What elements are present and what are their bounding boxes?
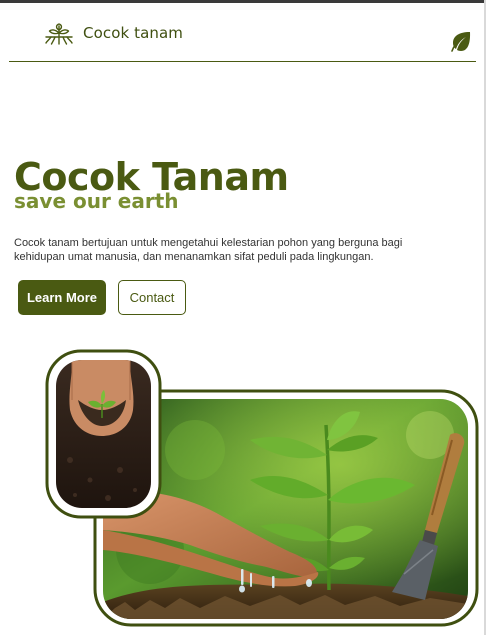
contact-button[interactable]: Contact <box>118 280 186 315</box>
hero-subtitle: save our earth <box>14 189 179 213</box>
seedling-hands-photo <box>56 360 151 508</box>
plant-sprout-icon <box>45 23 73 45</box>
brand-link[interactable]: Cocok tanam <box>43 20 183 46</box>
navbar: Cocok tanam <box>9 14 476 62</box>
hero-description: Cocok tanam bertujuan untuk mengetahui k… <box>14 237 403 263</box>
leaf-icon[interactable] <box>450 30 472 52</box>
window-top-border <box>0 0 486 3</box>
learn-more-button[interactable]: Learn More <box>18 280 106 315</box>
hero-illustration <box>45 349 479 627</box>
brand-name: Cocok tanam <box>83 24 184 42</box>
